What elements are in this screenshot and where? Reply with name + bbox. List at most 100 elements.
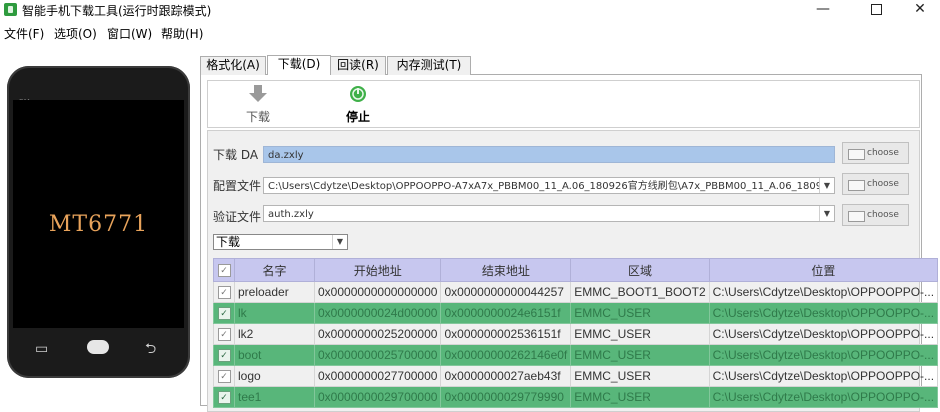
row-checkbox[interactable]: ✓ [213,386,235,408]
da-file-field[interactable]: da.zxly [263,146,835,163]
column-header[interactable]: 位置 [708,258,939,282]
folder-icon [848,211,865,222]
row-checkbox[interactable]: ✓ [213,281,235,303]
toolbar: 下载 停止 [207,80,920,128]
select-all-checkbox[interactable]: ✓ [213,258,235,282]
maximize-icon [870,3,882,15]
stop-label: 停止 [345,110,370,124]
auth-file-value: auth.zxly [268,209,314,220]
end-address: 0x000000002536151f [440,323,572,345]
column-header[interactable]: 名字 [234,258,315,282]
partition-table: ✓ 名字 开始地址 结束地址 区域 位置 ✓ preloader 0x00000… [213,258,939,408]
end-address: 0x0000000029779990 [440,386,572,408]
scatter-file-value: C:\Users\Cdytze\Desktop\OPPOOPPO-A7xA7x_… [268,181,835,192]
maximize-button[interactable] [853,0,899,20]
start-address: 0x0000000025700000 [313,344,442,366]
choose-label: choose [867,179,899,189]
phone-illustration: BM MT6771 ▭ ⮌ [7,66,190,378]
start-address: 0x0000000024d00000 [313,302,442,324]
chevron-down-icon[interactable]: ▼ [332,235,347,249]
window-title: 智能手机下载工具(运行时跟踪模式) [22,4,212,18]
choose-label: choose [867,148,899,158]
tab-readback[interactable]: 回读(R) [330,56,386,75]
download-mode-select[interactable]: 下载 ▼ [213,234,348,250]
scatter-file-dropdown[interactable]: C:\Users\Cdytze\Desktop\OPPOOPPO-A7xA7x_… [263,177,835,194]
download-label: 下载 [245,110,270,124]
column-header[interactable]: 结束地址 [440,258,572,282]
end-address: 0x00000000262146e0f [440,344,572,366]
stop-icon [350,86,366,102]
auth-file-dropdown[interactable]: auth.zxly ▼ [263,205,835,222]
file-location: C:\Users\Cdytze\Desktop\OPPOOPPO-... [708,365,939,387]
region: EMMC_USER [570,302,710,324]
file-location: C:\Users\Cdytze\Desktop\OPPOOPPO-... [708,302,939,324]
row-checkbox[interactable]: ✓ [213,302,235,324]
file-location: C:\Users\Cdytze\Desktop\OPPOOPPO-... [708,344,939,366]
start-address: 0x0000000025200000 [313,323,442,345]
file-location: C:\Users\Cdytze\Desktop\OPPOOPPO-... [708,281,939,303]
da-label: 下载 DA [213,148,259,162]
region: EMMC_USER [570,365,710,387]
column-header[interactable]: 区域 [570,258,710,282]
phone-button-bar: ▭ ⮌ [7,328,190,378]
file-location: C:\Users\Cdytze\Desktop\OPPOOPPO-... [708,323,939,345]
phone-screen: MT6771 [13,100,184,328]
partition-name: logo [234,365,315,387]
menu-file[interactable]: 文件(F) [4,25,44,42]
table-row[interactable]: ✓ logo 0x0000000027700000 0x0000000027ae… [213,365,939,387]
download-button[interactable]: 下载 [228,85,288,125]
row-checkbox[interactable]: ✓ [213,344,235,366]
stop-button[interactable]: 停止 [328,85,388,125]
start-address: 0x0000000000000000 [313,281,442,303]
menu-help[interactable]: 帮助(H) [161,25,203,42]
row-checkbox[interactable]: ✓ [213,323,235,345]
region: EMMC_USER [570,344,710,366]
partition-name: tee1 [234,386,315,408]
end-address: 0x0000000000044257 [440,281,572,303]
end-address: 0x0000000027aeb43f [440,365,572,387]
download-mode-value: 下载 [216,235,241,249]
tab-memory-test[interactable]: 内存测试(T) [387,56,471,75]
partition-name: lk2 [234,323,315,345]
close-button[interactable]: ✕ [897,0,940,20]
choose-scatter-button[interactable]: choose [842,173,909,195]
scatter-label: 配置文件 [213,179,262,193]
start-address: 0x0000000029700000 [313,386,442,408]
chip-model-label: MT6771 [48,212,149,237]
choose-da-button[interactable]: choose [842,142,909,164]
partition-name: preloader [234,281,315,303]
region: EMMC_USER [570,386,710,408]
download-arrow-icon [249,85,267,102]
tab-download[interactable]: 下载(D) [267,55,331,75]
auth-label: 验证文件 [213,210,262,224]
chevron-down-icon[interactable]: ▼ [819,206,834,221]
chevron-down-icon[interactable]: ▼ [819,178,834,193]
minimize-button[interactable]: — [800,0,846,20]
tab-format[interactable]: 格式化(A) [200,56,266,75]
partition-name: lk [234,302,315,324]
region: EMMC_BOOT1_BOOT2 [570,281,710,303]
menu-bar: 文件(F) 选项(O) 窗口(W) 帮助(H) [0,22,940,42]
start-address: 0x0000000027700000 [313,365,442,387]
menu-options[interactable]: 选项(O) [54,25,97,42]
region: EMMC_USER [570,323,710,345]
table-row[interactable]: ✓ tee1 0x0000000029700000 0x000000002977… [213,386,939,408]
partition-name: boot [234,344,315,366]
table-row[interactable]: ✓ boot 0x0000000025700000 0x000000002621… [213,344,939,366]
table-row[interactable]: ✓ lk 0x0000000024d00000 0x0000000024e615… [213,302,939,324]
menu-icon: ▭ [35,341,49,357]
back-icon: ⮌ [145,341,157,357]
table-row[interactable]: ✓ lk2 0x0000000025200000 0x0000000025361… [213,323,939,345]
table-header-row: ✓ 名字 开始地址 结束地址 区域 位置 [213,258,939,282]
folder-icon [848,149,865,160]
home-icon [87,340,109,354]
choose-auth-button[interactable]: choose [842,204,909,226]
folder-icon [848,180,865,191]
column-header[interactable]: 开始地址 [313,258,442,282]
file-location: C:\Users\Cdytze\Desktop\OPPOOPPO-... [708,386,939,408]
menu-window[interactable]: 窗口(W) [107,25,152,42]
row-checkbox[interactable]: ✓ [213,365,235,387]
title-bar: 智能手机下载工具(运行时跟踪模式) — ✕ [0,0,940,20]
table-row[interactable]: ✓ preloader 0x0000000000000000 0x0000000… [213,281,939,303]
end-address: 0x0000000024e6151f [440,302,572,324]
